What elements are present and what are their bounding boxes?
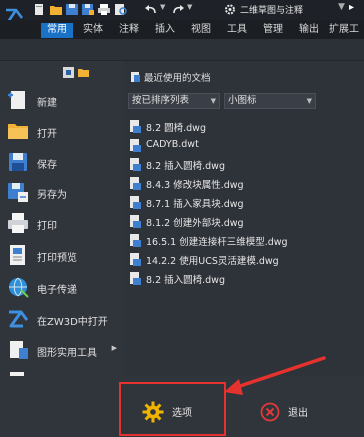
new-file-icon[interactable] <box>33 4 45 15</box>
undo-icon[interactable] <box>145 4 157 15</box>
undo-dropdown-arrow[interactable]: ▼ <box>160 3 165 11</box>
recent-documents-heading: 最近使用的文档 <box>130 70 211 84</box>
recent-file-name: 8.7.1 插入家具块.dwg <box>146 199 244 210</box>
recent-file-name: 14.2.2 使用UCS灵活建模.dwg <box>146 256 279 267</box>
save-icon[interactable] <box>66 4 78 15</box>
menu-command-column: 新建 打开 保存 另存为 打印 打印预览 电子传递 在ZW3D中打开 图形实用工… <box>0 61 124 390</box>
dwg-file-icon <box>130 177 141 190</box>
tab-manage[interactable]: 管理 <box>258 23 288 38</box>
ribbon-tab-bar: 常用 实体 注释 插入 视图 工具 管理 输出 扩展工 <box>0 20 364 39</box>
menu-item-save-as[interactable]: 另存为 <box>0 178 124 206</box>
recent-file-item[interactable]: 8.7.1 插入家具块.dwg <box>130 195 360 210</box>
workspace-name[interactable]: 二维草图与注释 <box>240 3 303 16</box>
menu-item-label: 新建 <box>37 98 57 109</box>
menu-item-new[interactable]: 新建 <box>0 86 124 114</box>
menu-item-drawing-utilities[interactable]: 图形实用工具 ▶ <box>0 336 124 364</box>
tab-home[interactable]: 常用 <box>41 23 73 38</box>
menu-item-open-in-zw3d[interactable]: 在ZW3D中打开 <box>0 305 124 333</box>
sort-order-dropdown[interactable]: 按已排序列表 ▼ <box>128 93 220 109</box>
sort-order-value: 按已排序列表 <box>132 95 190 106</box>
dwg-file-icon <box>130 120 141 133</box>
recent-file-item[interactable]: 8.2 圆椅.dwg <box>130 119 360 134</box>
chevron-down-icon: ▼ <box>210 97 216 105</box>
recent-file-item[interactable]: 14.2.2 使用UCS灵活建模.dwg <box>130 252 360 267</box>
chevron-down-icon: ▼ <box>306 97 312 105</box>
menu-item-label: 打开 <box>37 129 57 140</box>
view-mode-dropdown[interactable]: 小图标 ▼ <box>224 93 316 109</box>
browse-folder-icon[interactable] <box>78 67 89 78</box>
recent-file-item[interactable]: 8.2 插入圆椅.dwg <box>130 271 360 286</box>
recent-file-name: 8.1.2 创建外部块.dwg <box>146 218 244 229</box>
open-folder-icon[interactable] <box>50 4 62 15</box>
zw3d-icon <box>9 310 29 328</box>
redo-dropdown-arrow[interactable]: ▼ <box>187 3 192 11</box>
menu-item-open[interactable]: 打开 <box>0 117 124 145</box>
new-document-icon <box>8 91 25 109</box>
save-as-icon[interactable] <box>82 4 94 15</box>
menu-item-print[interactable]: 打印 <box>0 209 124 237</box>
menu-item-label: 打印 <box>37 221 57 232</box>
view-mode-value: 小图标 <box>228 95 257 106</box>
tab-insert[interactable]: 插入 <box>150 23 180 38</box>
recent-documents-pane: 最近使用的文档 按已排序列表 ▼ 小图标 ▼ 8.2 圆椅.dwg CADYB.… <box>124 61 364 376</box>
dwg-file-icon <box>130 272 141 285</box>
plot-preview-icon[interactable] <box>115 4 127 15</box>
menu-item-label: 电子传递 <box>37 285 77 296</box>
dwt-file-icon <box>130 139 141 152</box>
tab-view[interactable]: 视图 <box>186 23 216 38</box>
etransmit-globe-icon <box>9 277 29 298</box>
exit-icon <box>260 402 280 422</box>
recent-file-item[interactable]: 8.1.2 创建外部块.dwg <box>130 214 360 229</box>
tab-extensions[interactable]: 扩展工 <box>329 23 364 38</box>
dwg-file-icon <box>130 158 141 171</box>
menu-item-label: 保存 <box>37 160 57 171</box>
recent-file-name: 8.2 插入圆椅.dwg <box>146 161 225 172</box>
exit-label: 退出 <box>288 408 308 419</box>
dwg-file-icon <box>130 234 141 247</box>
dwg-file-icon <box>130 196 141 209</box>
recent-heading-text: 最近使用的文档 <box>144 73 211 84</box>
tab-solid[interactable]: 实体 <box>78 23 108 38</box>
dwg-file-icon <box>130 253 141 266</box>
save-as-icon <box>8 183 28 202</box>
recent-documents-icon <box>131 72 140 82</box>
recent-file-item[interactable]: 8.2 插入圆椅.dwg <box>130 157 360 172</box>
drawing-utilities-icon <box>10 341 28 359</box>
recent-file-item[interactable]: CADYB.dwt <box>130 138 360 153</box>
recent-file-item[interactable]: 16.5.1 创建连接杆三维模型.dwg <box>130 233 360 248</box>
ribbon-panel-area <box>0 39 364 61</box>
menu-item-label: 在ZW3D中打开 <box>37 317 108 328</box>
dwg-file-icon <box>130 215 141 228</box>
title-more-arrow[interactable]: ▸ <box>349 2 354 13</box>
menu-item-save[interactable]: 保存 <box>0 148 124 176</box>
recent-file-item[interactable]: 8.4.3 修改块属性.dwg <box>130 176 360 191</box>
recent-file-name: 16.5.1 创建连接杆三维模型.dwg <box>146 237 288 248</box>
menu-item-label: 打印预览 <box>37 253 77 264</box>
recent-file-name: CADYB.dwt <box>146 139 199 150</box>
print-preview-icon <box>10 245 25 265</box>
menu-item-label: 图形实用工具 <box>37 348 97 359</box>
menu-item-etransmit[interactable]: 电子传递 <box>0 273 124 301</box>
annotation-highlight-box <box>119 382 226 436</box>
print-icon[interactable] <box>98 4 110 15</box>
workspace-dropdown-arrow[interactable]: ▼ <box>338 2 345 12</box>
menu-column-header <box>0 61 124 86</box>
folder-icon <box>8 124 28 139</box>
save-icon <box>9 153 27 171</box>
recent-file-name: 8.2 插入圆椅.dwg <box>146 275 225 286</box>
menu-item-label: 另存为 <box>37 190 67 201</box>
tab-annotate[interactable]: 注释 <box>114 23 144 38</box>
submenu-arrow-icon: ▶ <box>111 344 117 352</box>
title-bar: ▼ ▼ 二维草图与注释 ▼ ▸ <box>0 0 364 24</box>
menu-item-print-preview[interactable]: 打印预览 <box>0 241 124 269</box>
tab-output[interactable]: 输出 <box>294 23 324 38</box>
annotation-arrow <box>224 356 326 395</box>
tab-tools[interactable]: 工具 <box>222 23 252 38</box>
pin-menu-icon[interactable] <box>63 67 74 78</box>
workspace-gear-icon[interactable] <box>224 4 236 15</box>
printer-icon <box>8 213 28 233</box>
redo-icon[interactable] <box>172 4 184 15</box>
recent-file-name: 8.2 圆椅.dwg <box>146 123 206 134</box>
recent-file-name: 8.4.3 修改块属性.dwg <box>146 180 244 191</box>
